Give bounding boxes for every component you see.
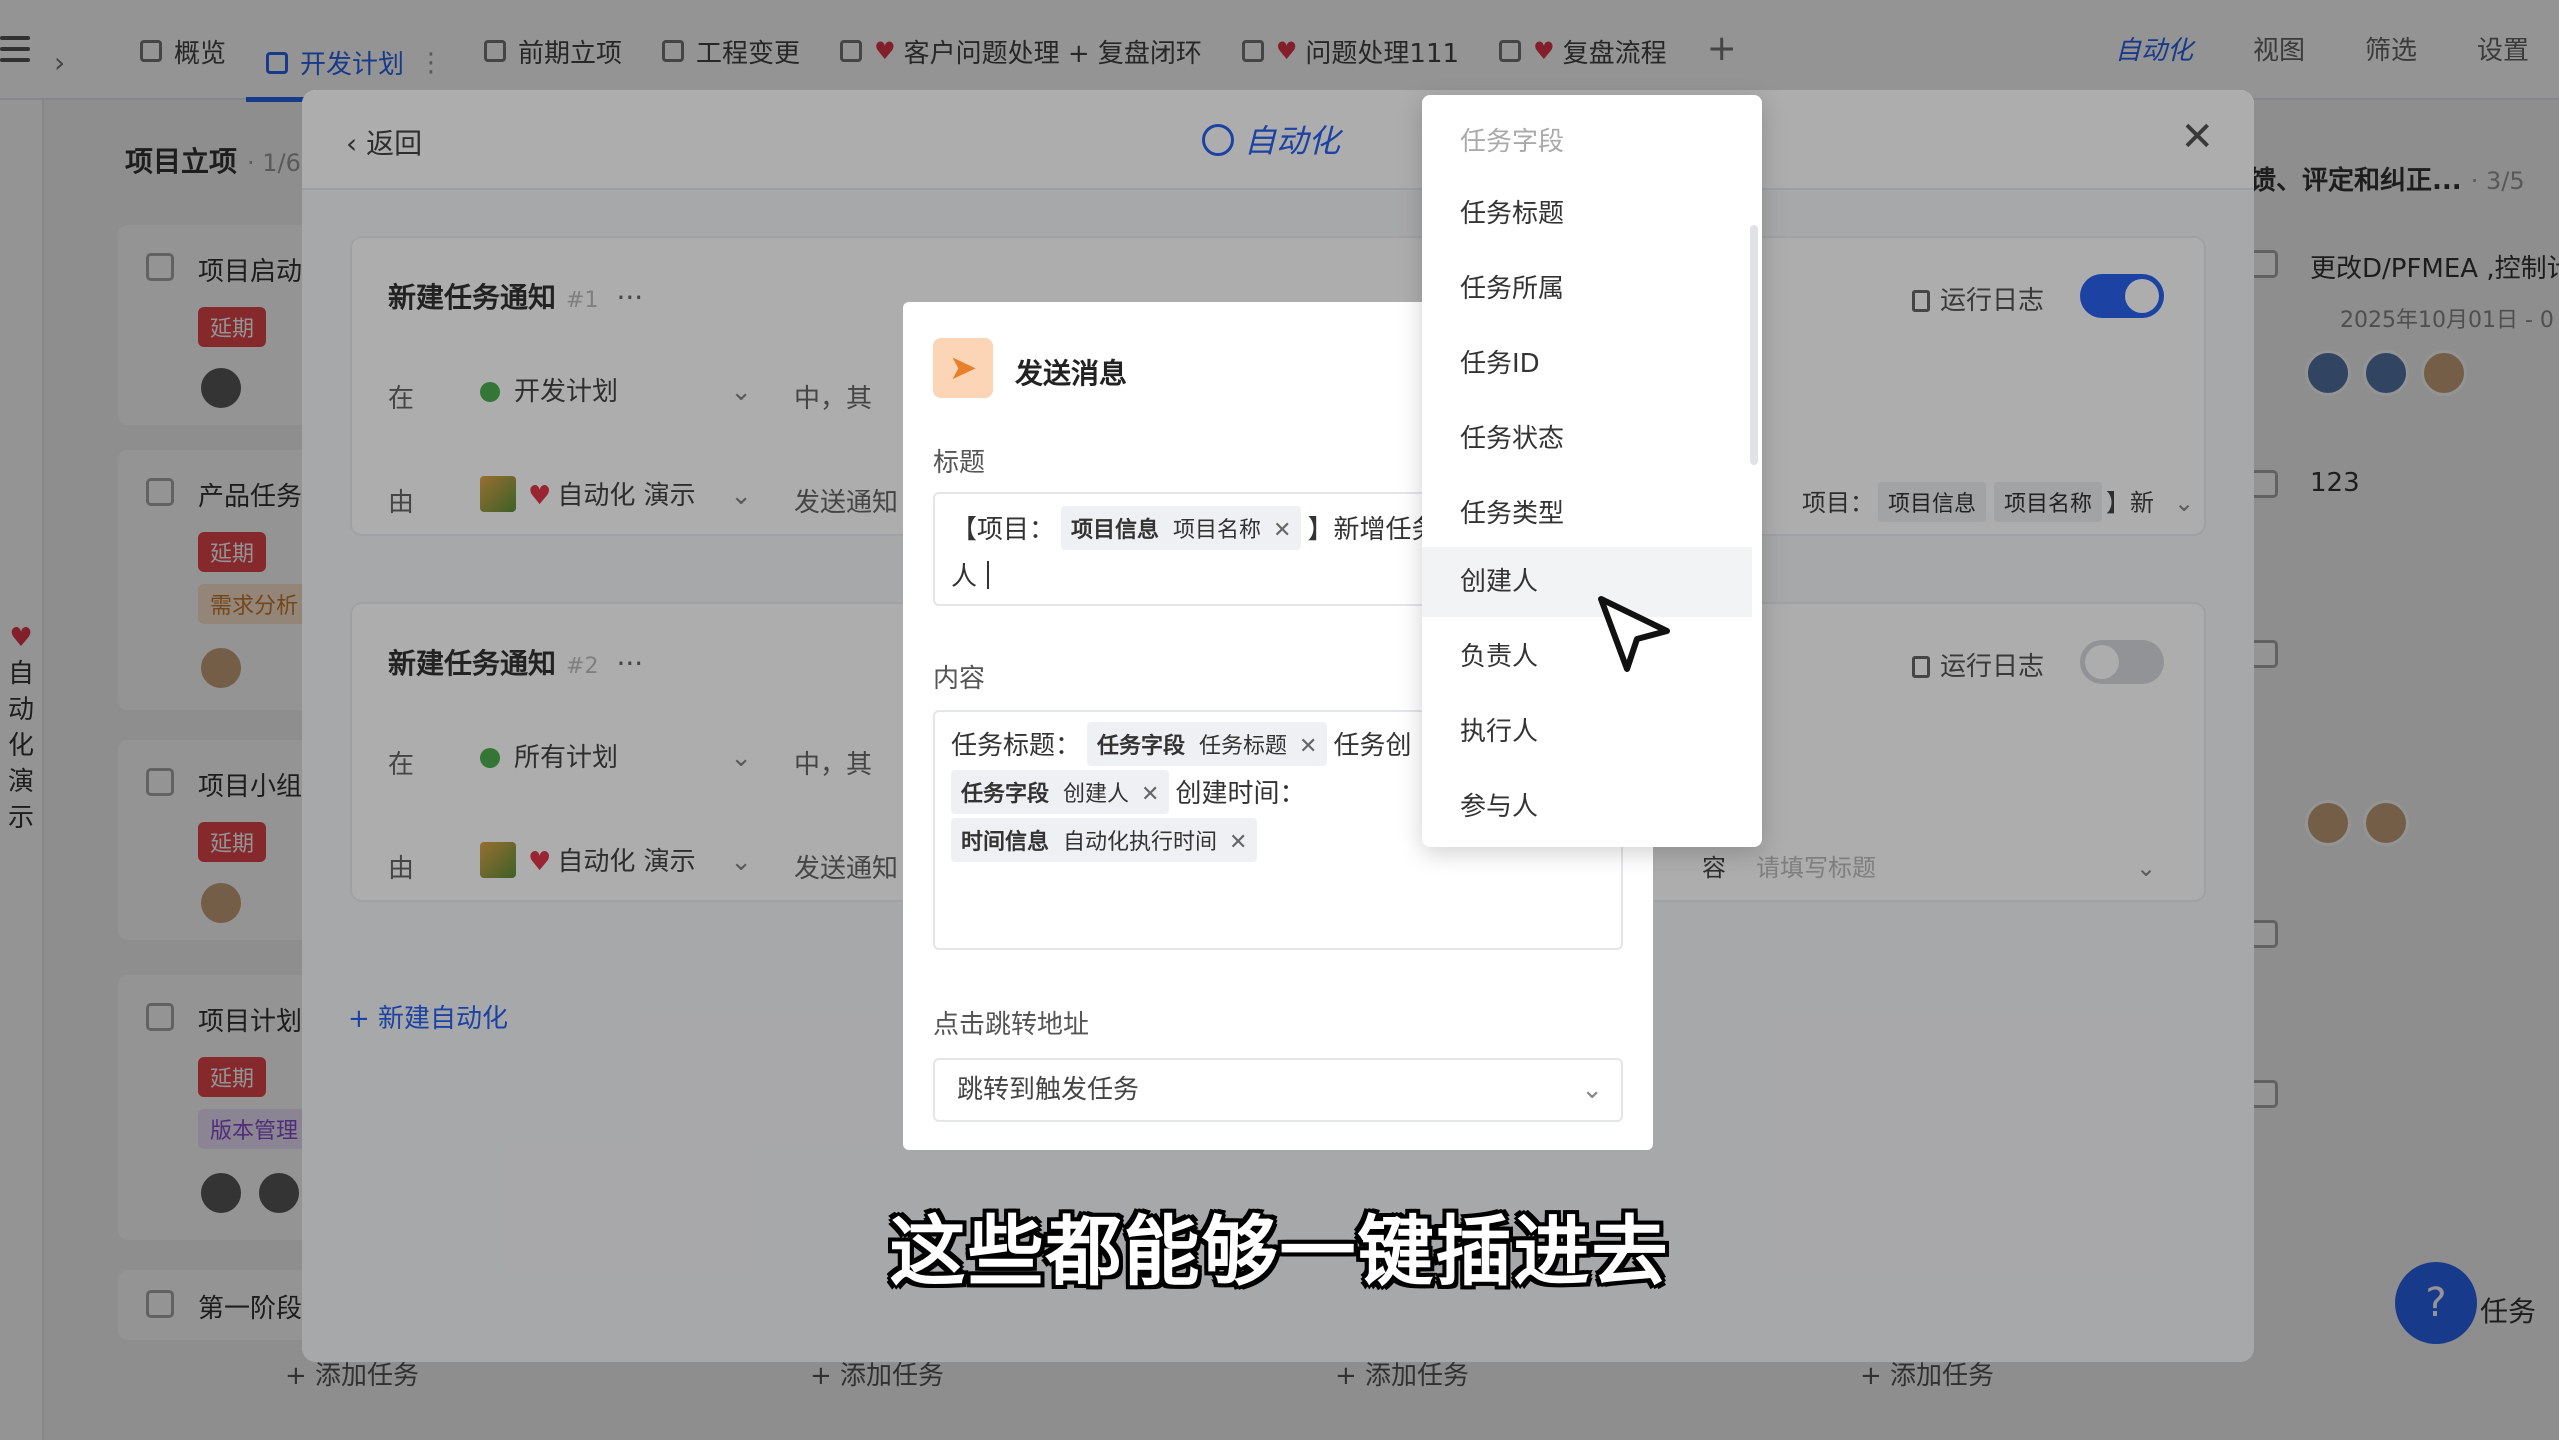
title-text: 】新增任务 <box>1307 515 1438 545</box>
chip-group: 任务字段 <box>961 782 1050 807</box>
dropdown-option[interactable]: 任务类型 <box>1422 479 1752 549</box>
variable-chip[interactable]: 任务字段 任务标题 ✕ <box>1087 722 1328 766</box>
dropdown-option[interactable]: 任务ID <box>1422 329 1752 399</box>
variable-chip[interactable]: 任务字段 创建人 ✕ <box>951 770 1170 814</box>
mouse-cursor-icon <box>1598 596 1670 672</box>
remove-chip-icon[interactable]: ✕ <box>1141 782 1159 807</box>
dropdown-option[interactable]: 参与人 <box>1422 772 1752 842</box>
chip-group: 任务字段 <box>1097 734 1186 759</box>
content-field-label: 内容 <box>933 664 986 694</box>
variable-dropdown: 任务字段 任务标题 任务所属 任务ID 任务状态 任务类型 创建人 负责人 执行… <box>1422 95 1762 847</box>
chip-value: 自动化执行时间 <box>1063 830 1218 855</box>
jump-target-select[interactable]: 跳转到触发任务 ⌄ <box>933 1058 1623 1122</box>
dropdown-option-hovered[interactable]: 创建人 <box>1422 547 1752 617</box>
dropdown-option[interactable]: 负责人 <box>1422 622 1752 692</box>
chevron-down-icon: ⌄ <box>1581 1075 1603 1105</box>
title-text: 【项目： <box>951 515 1056 545</box>
dropdown-option[interactable]: 任务所属 <box>1422 254 1752 324</box>
variable-chip[interactable]: 时间信息 自动化执行时间 ✕ <box>951 818 1258 862</box>
dropdown-scrollbar[interactable] <box>1750 225 1758 465</box>
chip-group: 时间信息 <box>961 830 1050 855</box>
link-field-label: 点击跳转地址 <box>933 1010 1090 1040</box>
dialog-title: 发送消息 <box>1015 357 1128 390</box>
dropdown-option[interactable]: 执行人 <box>1422 697 1752 767</box>
chip-value: 任务标题 <box>1199 734 1288 759</box>
chip-value: 项目名称 <box>1173 518 1262 543</box>
video-subtitle: 这些都能够一键插进去 <box>889 1207 1670 1296</box>
text-caret <box>987 561 990 589</box>
remove-chip-icon[interactable]: ✕ <box>1229 830 1247 855</box>
dropdown-group-header: 任务字段 <box>1460 127 1565 157</box>
content-line-2: 任务字段 创建人 ✕ 创建时间： <box>945 770 1305 814</box>
content-line-3: 时间信息 自动化执行时间 ✕ <box>945 818 1263 862</box>
variable-chip[interactable]: 项目信息 项目名称 ✕ <box>1061 506 1302 550</box>
remove-chip-icon[interactable]: ✕ <box>1273 518 1291 543</box>
title-text: 人 <box>951 562 978 592</box>
title-line-2: 人 <box>951 556 990 593</box>
remove-chip-icon[interactable]: ✕ <box>1299 734 1317 759</box>
title-line-1: 【项目： 项目信息 项目名称 ✕ 】新增任务 <box>951 506 1438 550</box>
send-icon: ➤ <box>933 338 993 398</box>
content-text: 任务创 <box>1333 731 1412 761</box>
chip-value: 创建人 <box>1063 782 1130 807</box>
chip-group: 项目信息 <box>1071 518 1160 543</box>
jump-target-value: 跳转到触发任务 <box>957 1075 1140 1105</box>
dropdown-option[interactable]: 任务状态 <box>1422 404 1752 474</box>
content-text: 创建时间： <box>1175 779 1306 809</box>
content-text: 任务标题： <box>951 731 1082 761</box>
content-line-1: 任务标题： 任务字段 任务标题 ✕ 任务创 <box>951 722 1412 766</box>
dropdown-option[interactable]: 任务标题 <box>1422 179 1752 249</box>
title-field-label: 标题 <box>933 448 986 478</box>
